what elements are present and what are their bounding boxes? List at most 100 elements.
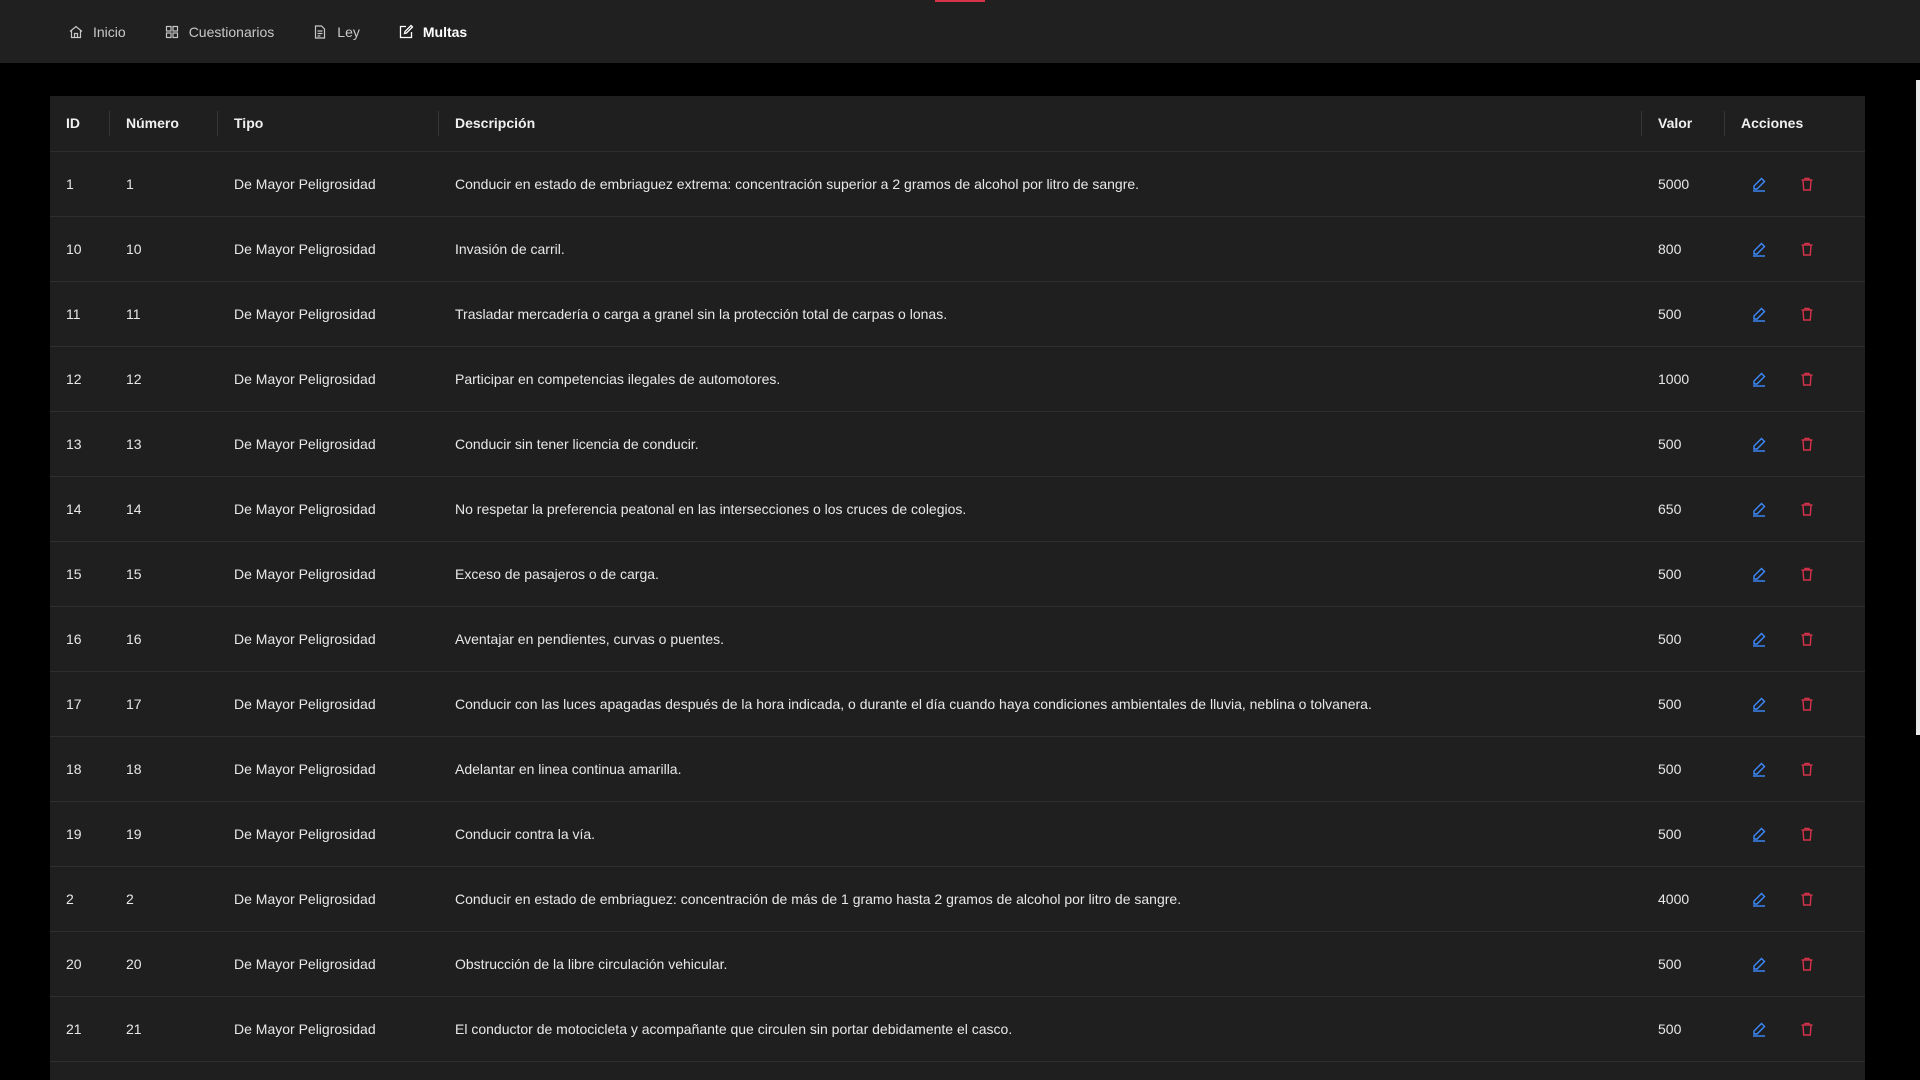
- accent-line: [935, 0, 985, 2]
- edit-button[interactable]: [1749, 434, 1769, 454]
- edit-button[interactable]: [1749, 954, 1769, 974]
- cell-tipo: De Mayor Peligrosidad: [234, 305, 376, 322]
- cell-tipo: De Mayor Peligrosidad: [234, 890, 376, 907]
- cell-tipo: De Mayor Peligrosidad: [234, 435, 376, 452]
- cell-id: 20: [66, 955, 82, 972]
- table-row: 12 12 De Mayor Peligrosidad Participar en c…: [50, 346, 1865, 411]
- nav-item-label: Multas: [422, 23, 468, 40]
- delete-button[interactable]: [1797, 889, 1817, 909]
- nav-item-multas[interactable]: Multas: [398, 24, 467, 40]
- edit-button[interactable]: [1749, 369, 1769, 389]
- header-id[interactable]: ID: [50, 96, 110, 152]
- nav-item-inicio[interactable]: Inicio: [68, 24, 126, 40]
- edit-button[interactable]: [1749, 694, 1769, 714]
- edit-button[interactable]: [1749, 629, 1769, 649]
- delete-button[interactable]: [1797, 369, 1817, 389]
- delete-button[interactable]: [1797, 1019, 1817, 1039]
- header-acciones: Acciones: [1725, 96, 1865, 152]
- delete-button[interactable]: [1797, 239, 1817, 259]
- table-row: 17 17 De Mayor Peligrosidad Conducir con la…: [50, 671, 1865, 736]
- cell-acciones: [1725, 411, 1865, 476]
- pencil-icon: [1753, 437, 1766, 452]
- cell-valor: 500: [1658, 825, 1682, 842]
- cell-descripcion: Conducir en estado de embriaguez: concen…: [455, 890, 1182, 907]
- document-icon: [312, 24, 328, 40]
- edit-button[interactable]: [1749, 304, 1769, 324]
- edit-button[interactable]: [1749, 499, 1769, 519]
- nav-item-cuestionarios[interactable]: Cuestionarios: [164, 24, 274, 40]
- delete-button[interactable]: [1797, 694, 1817, 714]
- cell-descripcion: Conducir sin tener licencia de conducir.: [455, 435, 699, 452]
- delete-button[interactable]: [1797, 174, 1817, 194]
- trash-icon: [1801, 827, 1813, 841]
- page-scrollbar[interactable]: [1916, 80, 1920, 735]
- cell-tipo: De Mayor Peligrosidad: [234, 370, 376, 387]
- nav-item-label: Inicio: [93, 23, 126, 40]
- delete-button[interactable]: [1797, 434, 1817, 454]
- cell-numero: 1: [126, 175, 134, 192]
- cell-acciones: [1725, 801, 1865, 866]
- trash-icon: [1801, 567, 1813, 581]
- cell-tipo: De Mayor Peligrosidad: [234, 955, 376, 972]
- edit-button[interactable]: [1749, 889, 1769, 909]
- pencil-icon: [1753, 632, 1766, 647]
- cell-descripcion: Conducir contra la vía.: [455, 825, 596, 842]
- table-header-row: ID Número Tipo Descripción Valor Accione…: [50, 96, 1865, 152]
- cell-numero: 13: [126, 435, 142, 452]
- delete-button[interactable]: [1797, 304, 1817, 324]
- header-valor[interactable]: Valor: [1642, 96, 1725, 152]
- cell-acciones: [1725, 476, 1865, 541]
- cell-tipo: De Mayor Peligrosidad: [234, 565, 376, 582]
- cell-id: 12: [66, 370, 82, 387]
- nav-item-ley[interactable]: Ley: [312, 24, 360, 40]
- nav-menu: Inicio Cuestionarios Ley Multas: [68, 24, 505, 40]
- cell-descripcion: Aventajar en pendientes, curvas o puente…: [455, 630, 725, 647]
- cell-acciones: [1725, 346, 1865, 411]
- trash-icon: [1801, 307, 1813, 321]
- cell-numero: 15: [126, 565, 142, 582]
- delete-button[interactable]: [1797, 499, 1817, 519]
- cell-tipo: De Mayor Peligrosidad: [234, 825, 376, 842]
- cell-descripcion: Conducir en estado de embriaguez extrema…: [455, 175, 1140, 192]
- pencil-icon: [1753, 892, 1766, 907]
- cell-acciones: [1725, 151, 1865, 216]
- cell-descripcion: Obstrucción de la libre circulación vehi…: [455, 955, 728, 972]
- cell-valor: 650: [1658, 500, 1682, 517]
- cell-id: 19: [66, 825, 82, 842]
- cell-descripcion: Invasión de carril.: [455, 240, 565, 257]
- pencil-icon: [1753, 957, 1766, 972]
- fines-table-container: ID Número Tipo Descripción Valor Accione…: [50, 96, 1865, 1080]
- trash-icon: [1801, 957, 1813, 971]
- edit-button[interactable]: [1749, 239, 1769, 259]
- cell-valor: 500: [1658, 1020, 1682, 1037]
- pencil-icon: [1753, 762, 1766, 777]
- cell-valor: 5000: [1658, 175, 1690, 192]
- header-tipo[interactable]: Tipo: [218, 96, 439, 152]
- cell-acciones: [1725, 281, 1865, 346]
- cell-valor: 500: [1658, 435, 1682, 452]
- cell-numero: 20: [126, 955, 142, 972]
- delete-button[interactable]: [1797, 954, 1817, 974]
- cell-numero: 11: [126, 305, 141, 322]
- header-numero[interactable]: Número: [110, 96, 218, 152]
- table-row: 21 21 De Mayor Peligrosidad El conductor de…: [50, 996, 1865, 1061]
- edit-button[interactable]: [1749, 564, 1769, 584]
- table-row: 1 1 De Mayor Peligrosidad Conducir en estad…: [50, 151, 1865, 216]
- cell-id: 11: [66, 305, 81, 322]
- edit-button[interactable]: [1749, 824, 1769, 844]
- cell-valor: 500: [1658, 630, 1682, 647]
- edit-button[interactable]: [1749, 759, 1769, 779]
- edit-button[interactable]: [1749, 174, 1769, 194]
- table-row: 20 20 De Mayor Peligrosidad Obstrucción de …: [50, 931, 1865, 996]
- header-descripcion[interactable]: Descripción: [439, 96, 1642, 152]
- delete-button[interactable]: [1797, 629, 1817, 649]
- edit-button[interactable]: [1749, 1019, 1769, 1039]
- delete-button[interactable]: [1797, 824, 1817, 844]
- pencil-icon: [1753, 697, 1766, 712]
- table-row: 18 18 De Mayor Peligrosidad Adelantar en li…: [50, 736, 1865, 801]
- table-row: 11 11 De Mayor Peligrosidad Trasladar merca…: [50, 281, 1865, 346]
- trash-icon: [1801, 697, 1813, 711]
- delete-button[interactable]: [1797, 564, 1817, 584]
- delete-button[interactable]: [1797, 759, 1817, 779]
- cell-id: 15: [66, 565, 82, 582]
